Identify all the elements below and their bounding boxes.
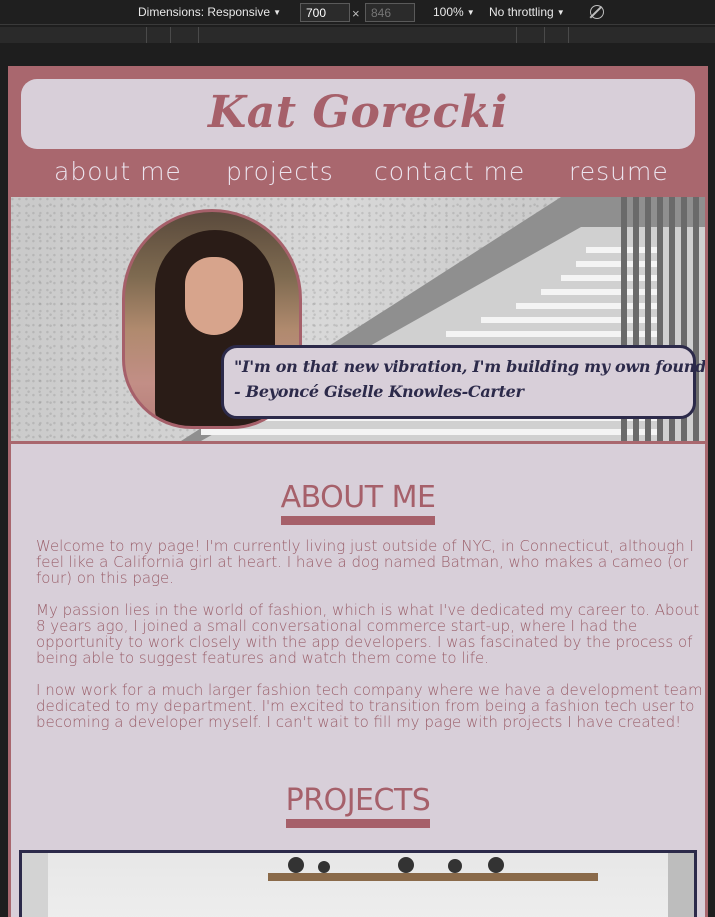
quote-text: "I'm on that new vibration, I'm building…: [234, 357, 705, 376]
about-text: Welcome to my page! I'm currently living…: [36, 538, 704, 746]
quote-box: "I'm on that new vibration, I'm building…: [221, 345, 705, 419]
projects-heading: PROJECTS: [11, 783, 705, 828]
nav-resume[interactable]: resume: [569, 152, 669, 192]
media-query-bar[interactable]: [0, 27, 715, 43]
about-paragraph: My passion lies in the world of fashion,…: [36, 601, 700, 667]
page-viewport: Kat Gorecki about me projects contact me…: [8, 66, 708, 917]
nav-projects[interactable]: projects: [226, 152, 334, 192]
zoom-label: 100%: [433, 5, 464, 19]
height-input[interactable]: [365, 3, 415, 22]
about-paragraph: I now work for a much larger fashion tec…: [36, 681, 703, 731]
chevron-down-icon: ▼: [466, 8, 475, 17]
projects-title: PROJECTS: [285, 783, 431, 828]
times-icon: ×: [352, 6, 360, 21]
about-heading: ABOUT ME: [11, 480, 705, 525]
nav-contact-me[interactable]: contact me: [374, 152, 525, 192]
rotate-icon[interactable]: [590, 5, 604, 19]
zoom-dropdown[interactable]: 100% ▼: [433, 0, 475, 25]
throttling-dropdown[interactable]: No throttling ▼: [489, 0, 565, 25]
header-banner: Kat Gorecki: [21, 79, 695, 149]
project-image: [48, 853, 668, 917]
dimensions-label: Dimensions: Responsive: [138, 5, 271, 19]
site-name: Kat Gorecki: [208, 87, 508, 138]
quote-author: - Beyoncé Giselle Knowles-Carter: [234, 382, 524, 401]
width-input[interactable]: [300, 3, 350, 22]
main-content: ABOUT ME Welcome to my page! I'm current…: [11, 444, 705, 917]
devtools-device-toolbar: Dimensions: Responsive▼ × 100%▼ No throt…: [0, 0, 715, 25]
project-card[interactable]: [19, 850, 697, 917]
dimensions-dropdown[interactable]: Dimensions: Responsive ▼: [138, 0, 281, 25]
chevron-down-icon: ▼: [556, 8, 565, 17]
chevron-down-icon: ▼: [273, 8, 281, 17]
throttling-label: No throttling: [489, 5, 554, 19]
nav-about-me[interactable]: about me: [54, 152, 182, 192]
about-paragraph: Welcome to my page! I'm currently living…: [36, 537, 694, 587]
about-title: ABOUT ME: [280, 480, 436, 525]
hero-banner: "I'm on that new vibration, I'm building…: [11, 197, 705, 441]
main-nav: about me projects contact me resume: [8, 152, 708, 192]
